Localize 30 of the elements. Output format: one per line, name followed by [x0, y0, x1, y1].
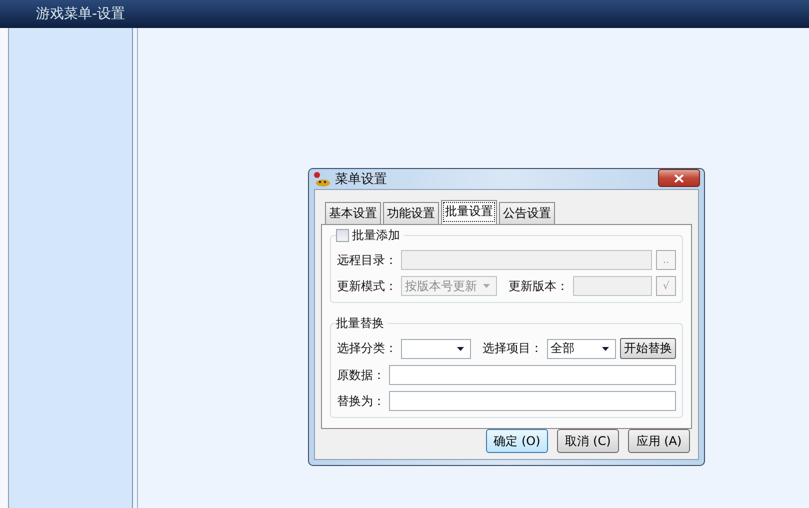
tab[interactable]: 公告设置 [499, 202, 555, 224]
close-button[interactable] [658, 169, 700, 187]
checkbox-label: 批量添加 [352, 227, 400, 244]
dialog-button[interactable]: 取消 (C) [557, 429, 619, 453]
input-field[interactable] [572, 276, 652, 296]
input-field[interactable] [389, 365, 676, 385]
field-label: 替换为： [337, 392, 385, 410]
close-icon [674, 174, 684, 182]
caret-icon [602, 346, 609, 350]
tab[interactable]: 基本设置 [325, 202, 381, 224]
group-title: 批量替换 [336, 315, 384, 332]
start-replace-button[interactable]: 开始替换 [620, 338, 676, 359]
app-icon [313, 171, 331, 187]
field-label: 选择分类： [337, 340, 397, 357]
input-field[interactable] [389, 391, 676, 411]
dialog-button[interactable]: 应用 (A) [628, 429, 690, 453]
dialog-button[interactable]: 确定 (O) [486, 429, 548, 453]
field-label: 远程目录： [337, 252, 397, 268]
caret-icon [456, 346, 464, 350]
dropdown[interactable]: 全部 [546, 338, 616, 358]
field-label: 更新版本： [508, 278, 569, 294]
dialog-title: 菜单设置 [335, 171, 387, 188]
tab[interactable]: 功能设置 [383, 202, 439, 224]
caret-icon [482, 284, 490, 288]
dropdown[interactable] [401, 338, 470, 358]
field-label: 原数据： [337, 366, 385, 384]
tab[interactable]: 批量设置 [441, 200, 497, 224]
field-label: 更新模式： [337, 278, 397, 294]
window-title: 游戏菜单-设置 [36, 5, 126, 23]
field-label: 选择项目： [482, 340, 542, 357]
